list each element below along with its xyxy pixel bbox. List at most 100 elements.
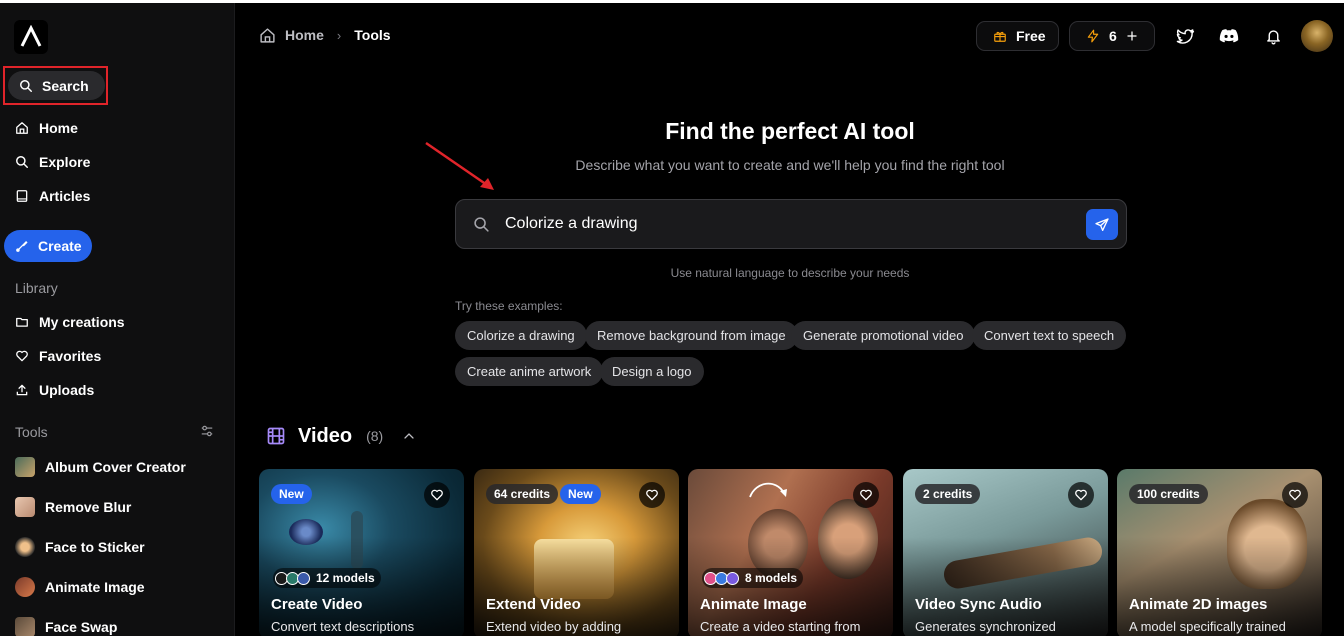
folder-icon — [16, 317, 28, 327]
tool-animate-image[interactable]: Animate Image — [15, 576, 145, 598]
search-icon — [16, 156, 28, 168]
tool-label: Face to Sticker — [45, 539, 145, 555]
heart-icon[interactable] — [853, 482, 879, 508]
book-icon — [16, 190, 28, 202]
model-dot-icon — [726, 571, 739, 585]
tool-remove-blur[interactable]: Remove Blur — [15, 496, 131, 518]
models-count: 12 models — [316, 571, 375, 585]
card-description: Generates synchronized — [915, 619, 1056, 634]
gift-icon — [994, 31, 1006, 42]
heart-icon[interactable] — [424, 482, 450, 508]
search-icon — [474, 216, 489, 232]
video-section-header: Video (8) — [266, 424, 415, 448]
send-icon — [1095, 217, 1109, 231]
search-button[interactable]: Search — [8, 71, 105, 100]
logo-icon — [20, 25, 42, 47]
heart-icon[interactable] — [1068, 482, 1094, 508]
tool-card-animate-image[interactable]: 8 models Animate Image Create a video st… — [688, 469, 893, 636]
home-icon[interactable] — [259, 27, 276, 44]
breadcrumb-home[interactable]: Home — [285, 27, 324, 43]
upload-icon — [16, 384, 28, 396]
card-description: Create a video starting from — [700, 619, 861, 634]
annotation-arrow — [425, 141, 494, 190]
brush-icon — [16, 241, 28, 252]
tool-label: Face Swap — [45, 619, 118, 635]
plan-button[interactable]: Free — [976, 21, 1059, 51]
twitter-icon[interactable] — [1173, 24, 1197, 48]
plus-icon — [1127, 31, 1137, 41]
tool-thumb — [15, 457, 35, 477]
app-logo[interactable] — [14, 20, 48, 54]
film-icon — [267, 427, 285, 445]
tool-thumb — [15, 617, 35, 636]
breadcrumb: Home › Tools — [259, 26, 391, 44]
create-button[interactable]: Create — [4, 230, 92, 262]
examples-label: Try these examples: — [455, 299, 563, 313]
tool-label: Album Cover Creator — [45, 459, 186, 475]
heart-icon[interactable] — [1282, 482, 1308, 508]
avatar[interactable] — [1301, 20, 1333, 52]
tool-face-swap[interactable]: Face Swap — [15, 616, 117, 636]
credits-badge: 2 credits — [915, 484, 981, 504]
bell-icon[interactable] — [1261, 24, 1285, 48]
card-description: Extend video by adding — [486, 619, 622, 634]
card-description: Convert text descriptions — [271, 619, 415, 634]
card-title: Video Sync Audio — [915, 596, 1042, 613]
tool-label: Animate Image — [45, 579, 145, 595]
library-uploads-label: Uploads — [39, 382, 95, 398]
nav-home[interactable]: Home — [15, 118, 78, 138]
tool-search-input[interactable] — [505, 215, 1065, 233]
model-dot-icon — [297, 571, 310, 585]
credits-badge: 100 credits — [1129, 484, 1208, 504]
library-favorites[interactable]: Favorites — [15, 346, 101, 366]
card-description: A model specifically trained — [1129, 619, 1286, 634]
filter-icon[interactable] — [200, 424, 214, 443]
home-icon — [16, 122, 28, 134]
tool-card-create-video[interactable]: New 12 models Create Video Convert text … — [259, 469, 464, 636]
create-label: Create — [38, 238, 82, 254]
video-section-title: Video — [298, 424, 353, 447]
new-badge: New — [271, 484, 312, 504]
example-chip[interactable]: Convert text to speech — [972, 321, 1127, 350]
card-title: Extend Video — [486, 596, 581, 613]
send-button[interactable] — [1086, 209, 1118, 240]
models-badge: 8 models — [702, 568, 804, 588]
library-favorites-label: Favorites — [39, 348, 102, 364]
tool-card-video-sync-audio[interactable]: 2 credits Video Sync Audio Generates syn… — [903, 469, 1108, 636]
discord-icon[interactable] — [1217, 24, 1241, 48]
example-chip[interactable]: Remove background from image — [585, 321, 798, 350]
tool-card-animate-2d-images[interactable]: 100 credits Animate 2D images A model sp… — [1117, 469, 1322, 636]
library-my-creations[interactable]: My creations — [15, 312, 125, 332]
credits-badge: 64 credits — [486, 484, 559, 504]
models-count: 8 models — [745, 571, 798, 585]
example-chip[interactable]: Generate promotional video — [791, 321, 976, 350]
search-icon — [20, 79, 32, 92]
chevron-up-icon[interactable] — [403, 430, 415, 442]
tool-card-extend-video[interactable]: 64 credits New Extend Video Extend video… — [474, 469, 679, 636]
heart-icon[interactable] — [639, 482, 665, 508]
card-title: Animate 2D images — [1129, 596, 1268, 613]
card-title: Animate Image — [700, 596, 807, 613]
credits-button[interactable]: 6 — [1069, 21, 1155, 51]
tool-thumb — [15, 537, 35, 557]
tool-label: Remove Blur — [45, 499, 132, 515]
tool-thumb — [15, 577, 35, 597]
models-badge: 12 models — [273, 568, 381, 588]
tool-thumb — [15, 497, 35, 517]
nav-articles[interactable]: Articles — [15, 186, 90, 206]
card-title: Create Video — [271, 596, 363, 613]
tool-search-box — [455, 199, 1127, 249]
example-chip[interactable]: Create anime artwork — [455, 357, 604, 386]
search-highlight-box: Search — [3, 66, 108, 105]
heart-icon — [16, 350, 28, 362]
plan-label: Free — [1016, 28, 1046, 44]
nav-explore[interactable]: Explore — [15, 152, 90, 172]
example-chip[interactable]: Colorize a drawing — [455, 321, 587, 350]
tool-face-to-sticker[interactable]: Face to Sticker — [15, 536, 145, 558]
example-chip[interactable]: Design a logo — [600, 357, 704, 386]
hero-title: Find the perfect AI tool — [665, 118, 915, 144]
credits-count: 6 — [1109, 28, 1117, 44]
search-label: Search — [42, 77, 89, 94]
tool-album-cover-creator[interactable]: Album Cover Creator — [15, 456, 186, 478]
library-uploads[interactable]: Uploads — [15, 380, 94, 400]
